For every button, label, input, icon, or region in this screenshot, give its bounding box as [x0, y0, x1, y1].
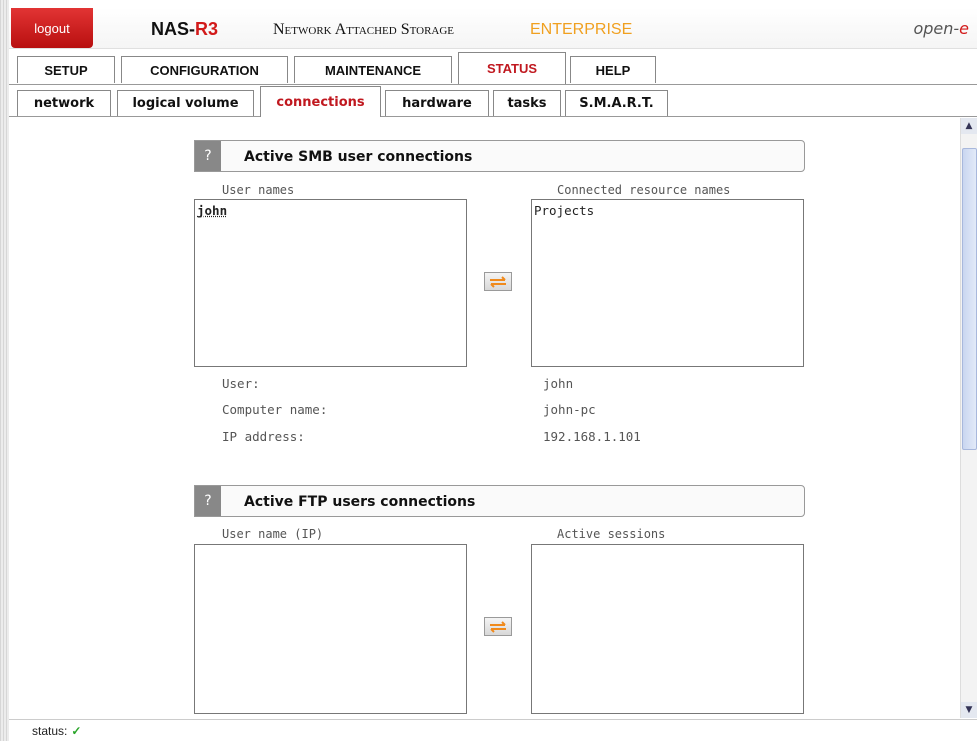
tab-status[interactable]: STATUS — [458, 52, 566, 84]
tab-hardware[interactable]: hardware — [385, 90, 489, 116]
tab-help[interactable]: HELP — [570, 56, 656, 83]
tab-tasks[interactable]: tasks — [493, 90, 561, 116]
ip-address-label: IP address: — [222, 429, 305, 444]
logo-prefix: open- — [913, 19, 960, 38]
smb-user-list[interactable]: john — [194, 199, 467, 367]
header-bar: logout NAS-R3 Network Attached Storage E… — [9, 8, 977, 49]
list-item[interactable]: Projects — [532, 200, 803, 221]
tab-smart[interactable]: S.M.A.R.T. — [565, 90, 668, 116]
smb-section-header: ? Active SMB user connections — [194, 140, 805, 172]
product-edition: ENTERPRISE — [530, 21, 633, 38]
check-icon: ✓ — [71, 723, 82, 738]
tab-connections[interactable]: connections — [260, 86, 381, 117]
tab-network[interactable]: network — [17, 90, 111, 116]
computer-name-label: Computer name: — [222, 402, 328, 417]
tab-maintenance[interactable]: MAINTENANCE — [294, 56, 452, 83]
logo-suffix: e — [959, 19, 969, 38]
brand-suffix: R3 — [195, 19, 219, 39]
computer-name-value: john-pc — [543, 402, 596, 417]
scroll-thumb[interactable] — [962, 148, 977, 450]
tab-setup[interactable]: SETUP — [17, 56, 115, 83]
help-icon[interactable]: ? — [195, 486, 221, 516]
ftp-section-header: ? Active FTP users connections — [194, 485, 805, 517]
user-label: User: — [222, 376, 260, 391]
user-names-label: User names — [222, 183, 295, 197]
swap-arrows-button[interactable] — [484, 617, 512, 636]
tab-configuration[interactable]: CONFIGURATION — [121, 56, 288, 83]
scroll-down-icon[interactable]: ▼ — [961, 702, 977, 718]
help-icon[interactable]: ? — [195, 141, 221, 171]
user-name-ip-label: User name (IP) — [222, 527, 324, 541]
vertical-scrollbar[interactable]: ▲ ▼ — [960, 118, 977, 718]
main-tab-bar: SETUP CONFIGURATION MAINTENANCE STATUS H… — [9, 52, 977, 85]
open-e-logo: open-e — [913, 19, 969, 38]
smb-section-title: Active SMB user connections — [244, 149, 473, 165]
swap-arrows-icon — [490, 620, 506, 633]
active-sessions-label: Active sessions — [557, 527, 666, 541]
ftp-session-list[interactable] — [531, 544, 804, 714]
ftp-section-title: Active FTP users connections — [244, 494, 476, 510]
status-bar: status: ✓ — [9, 719, 977, 741]
product-subtitle: Network Attached Storage — [273, 21, 455, 38]
smb-resource-list[interactable]: Projects — [531, 199, 804, 367]
ftp-user-list[interactable] — [194, 544, 467, 714]
swap-arrows-button[interactable] — [484, 272, 512, 291]
user-value: john — [543, 376, 574, 391]
tab-logical-volume[interactable]: logical volume — [117, 90, 254, 116]
left-frame-border — [0, 0, 9, 741]
status-label: status: — [32, 723, 68, 738]
list-item[interactable]: john — [195, 200, 466, 221]
ip-address-value: 192.168.1.101 — [543, 429, 641, 444]
swap-arrows-icon — [490, 275, 506, 288]
product-name: NAS-R3 — [151, 19, 218, 40]
scroll-up-icon[interactable]: ▲ — [961, 118, 977, 134]
content-area: ? Active SMB user connections User names… — [9, 118, 959, 718]
connected-resources-label: Connected resource names — [557, 183, 731, 197]
brand-prefix: NAS- — [151, 19, 195, 39]
sub-tab-bar: network logical volume connections hardw… — [9, 84, 977, 117]
logout-button[interactable]: logout — [11, 8, 93, 48]
